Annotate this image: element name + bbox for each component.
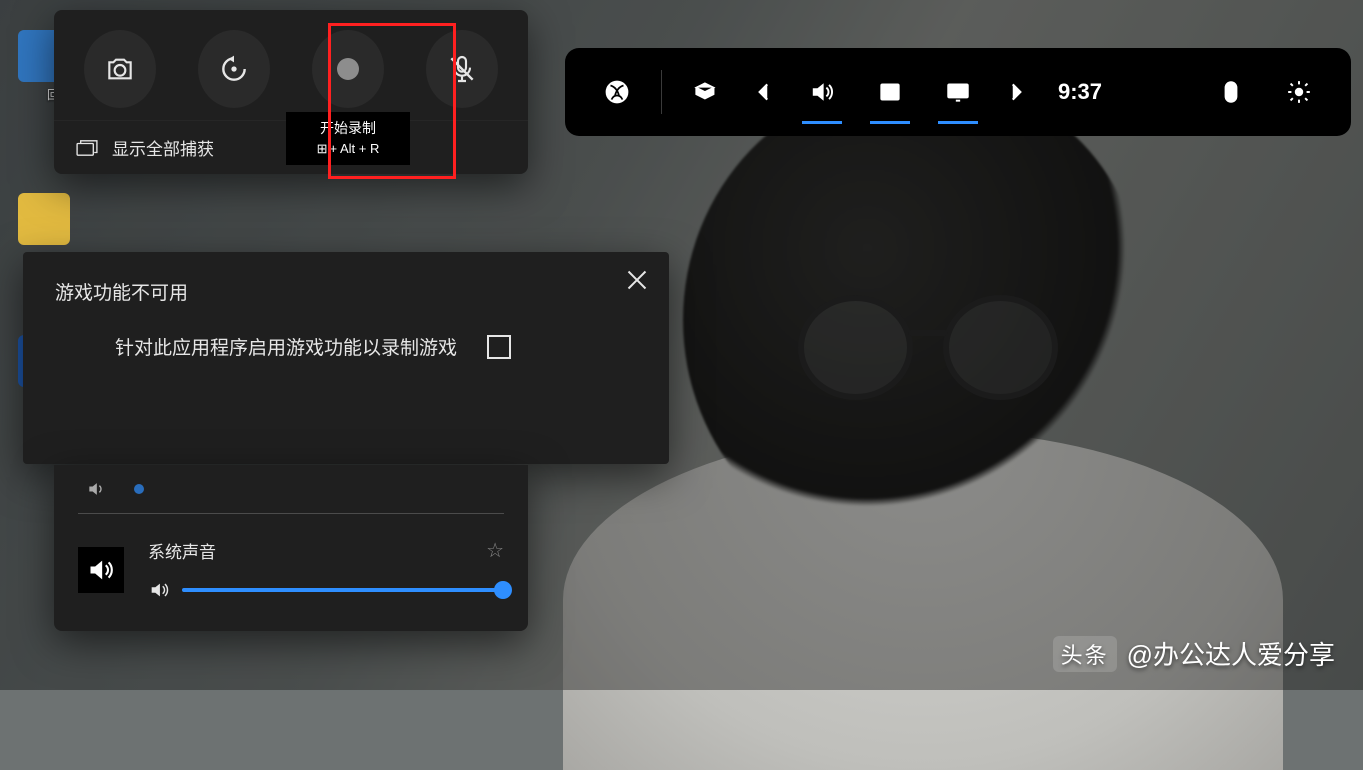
close-button[interactable] — [623, 266, 651, 294]
enable-game-features-checkbox[interactable] — [487, 335, 511, 359]
desktop-icon[interactable] — [18, 193, 88, 245]
gallery-icon — [76, 139, 98, 157]
game-features-dialog: 游戏功能不可用 针对此应用程序启用游戏功能以录制游戏 — [23, 252, 669, 464]
camera-icon — [104, 53, 136, 85]
watermark-badge: 头条 — [1053, 636, 1117, 672]
source-watermark: 头条 @办公达人爱分享 — [1053, 635, 1335, 672]
tooltip-title: 开始录制 — [290, 118, 406, 139]
volume-slider-thumb[interactable] — [494, 581, 512, 599]
tooltip-shortcut: + Alt + R — [330, 141, 380, 156]
gear-icon — [1286, 79, 1312, 105]
audio-source-label: 系统声音 — [148, 538, 216, 563]
settings-button[interactable] — [1269, 48, 1329, 136]
widgets-icon — [693, 79, 719, 105]
show-all-captures-label: 显示全部捕获 — [112, 135, 214, 160]
favorite-star-button[interactable]: ☆ — [486, 538, 504, 563]
speaker-icon — [87, 556, 115, 584]
dialog-title: 游戏功能不可用 — [55, 278, 637, 305]
rewind-icon — [218, 53, 250, 85]
mic-off-icon — [446, 53, 478, 85]
xbox-icon — [604, 79, 630, 105]
clock-display: 9:37 — [1044, 48, 1116, 136]
next-widget-button[interactable] — [996, 48, 1036, 136]
dialog-body-text: 针对此应用程序启用游戏功能以录制游戏 — [115, 333, 457, 360]
start-recording-button[interactable]: 开始录制 + Alt + R — [312, 30, 384, 108]
capture-widget-button[interactable] — [860, 48, 920, 136]
volume-slider[interactable] — [182, 588, 504, 592]
audio-widget-button[interactable] — [792, 48, 852, 136]
mic-toggle-button[interactable] — [426, 30, 498, 108]
separator — [661, 70, 662, 114]
xbox-game-bar: 9:37 — [565, 48, 1351, 136]
volume-icon — [809, 79, 835, 105]
divider — [78, 513, 504, 514]
performance-widget-button[interactable] — [928, 48, 988, 136]
volume-icon — [86, 479, 106, 499]
widgets-menu-button[interactable] — [676, 48, 736, 136]
chevron-right-icon — [1003, 79, 1029, 105]
audio-source-icon-box — [78, 547, 124, 593]
chevron-left-icon — [751, 79, 777, 105]
windows-key-icon — [317, 141, 330, 156]
audio-widget: 系统声音 ☆ — [54, 465, 528, 631]
record-tooltip: 开始录制 + Alt + R — [286, 112, 410, 165]
screenshot-button[interactable] — [84, 30, 156, 108]
record-icon — [337, 58, 359, 80]
performance-icon — [945, 79, 971, 105]
capture-widget: 开始录制 + Alt + R 显示全部捕获 — [54, 10, 528, 174]
watermark-text: @办公达人爱分享 — [1127, 635, 1335, 672]
record-last-30s-button[interactable] — [198, 30, 270, 108]
xbox-button[interactable] — [587, 48, 647, 136]
capture-icon — [877, 79, 903, 105]
slider-thumb-small[interactable] — [134, 484, 144, 494]
mouse-icon — [1218, 79, 1244, 105]
prev-widget-button[interactable] — [744, 48, 784, 136]
click-capture-button[interactable] — [1201, 48, 1261, 136]
volume-icon — [148, 579, 170, 601]
